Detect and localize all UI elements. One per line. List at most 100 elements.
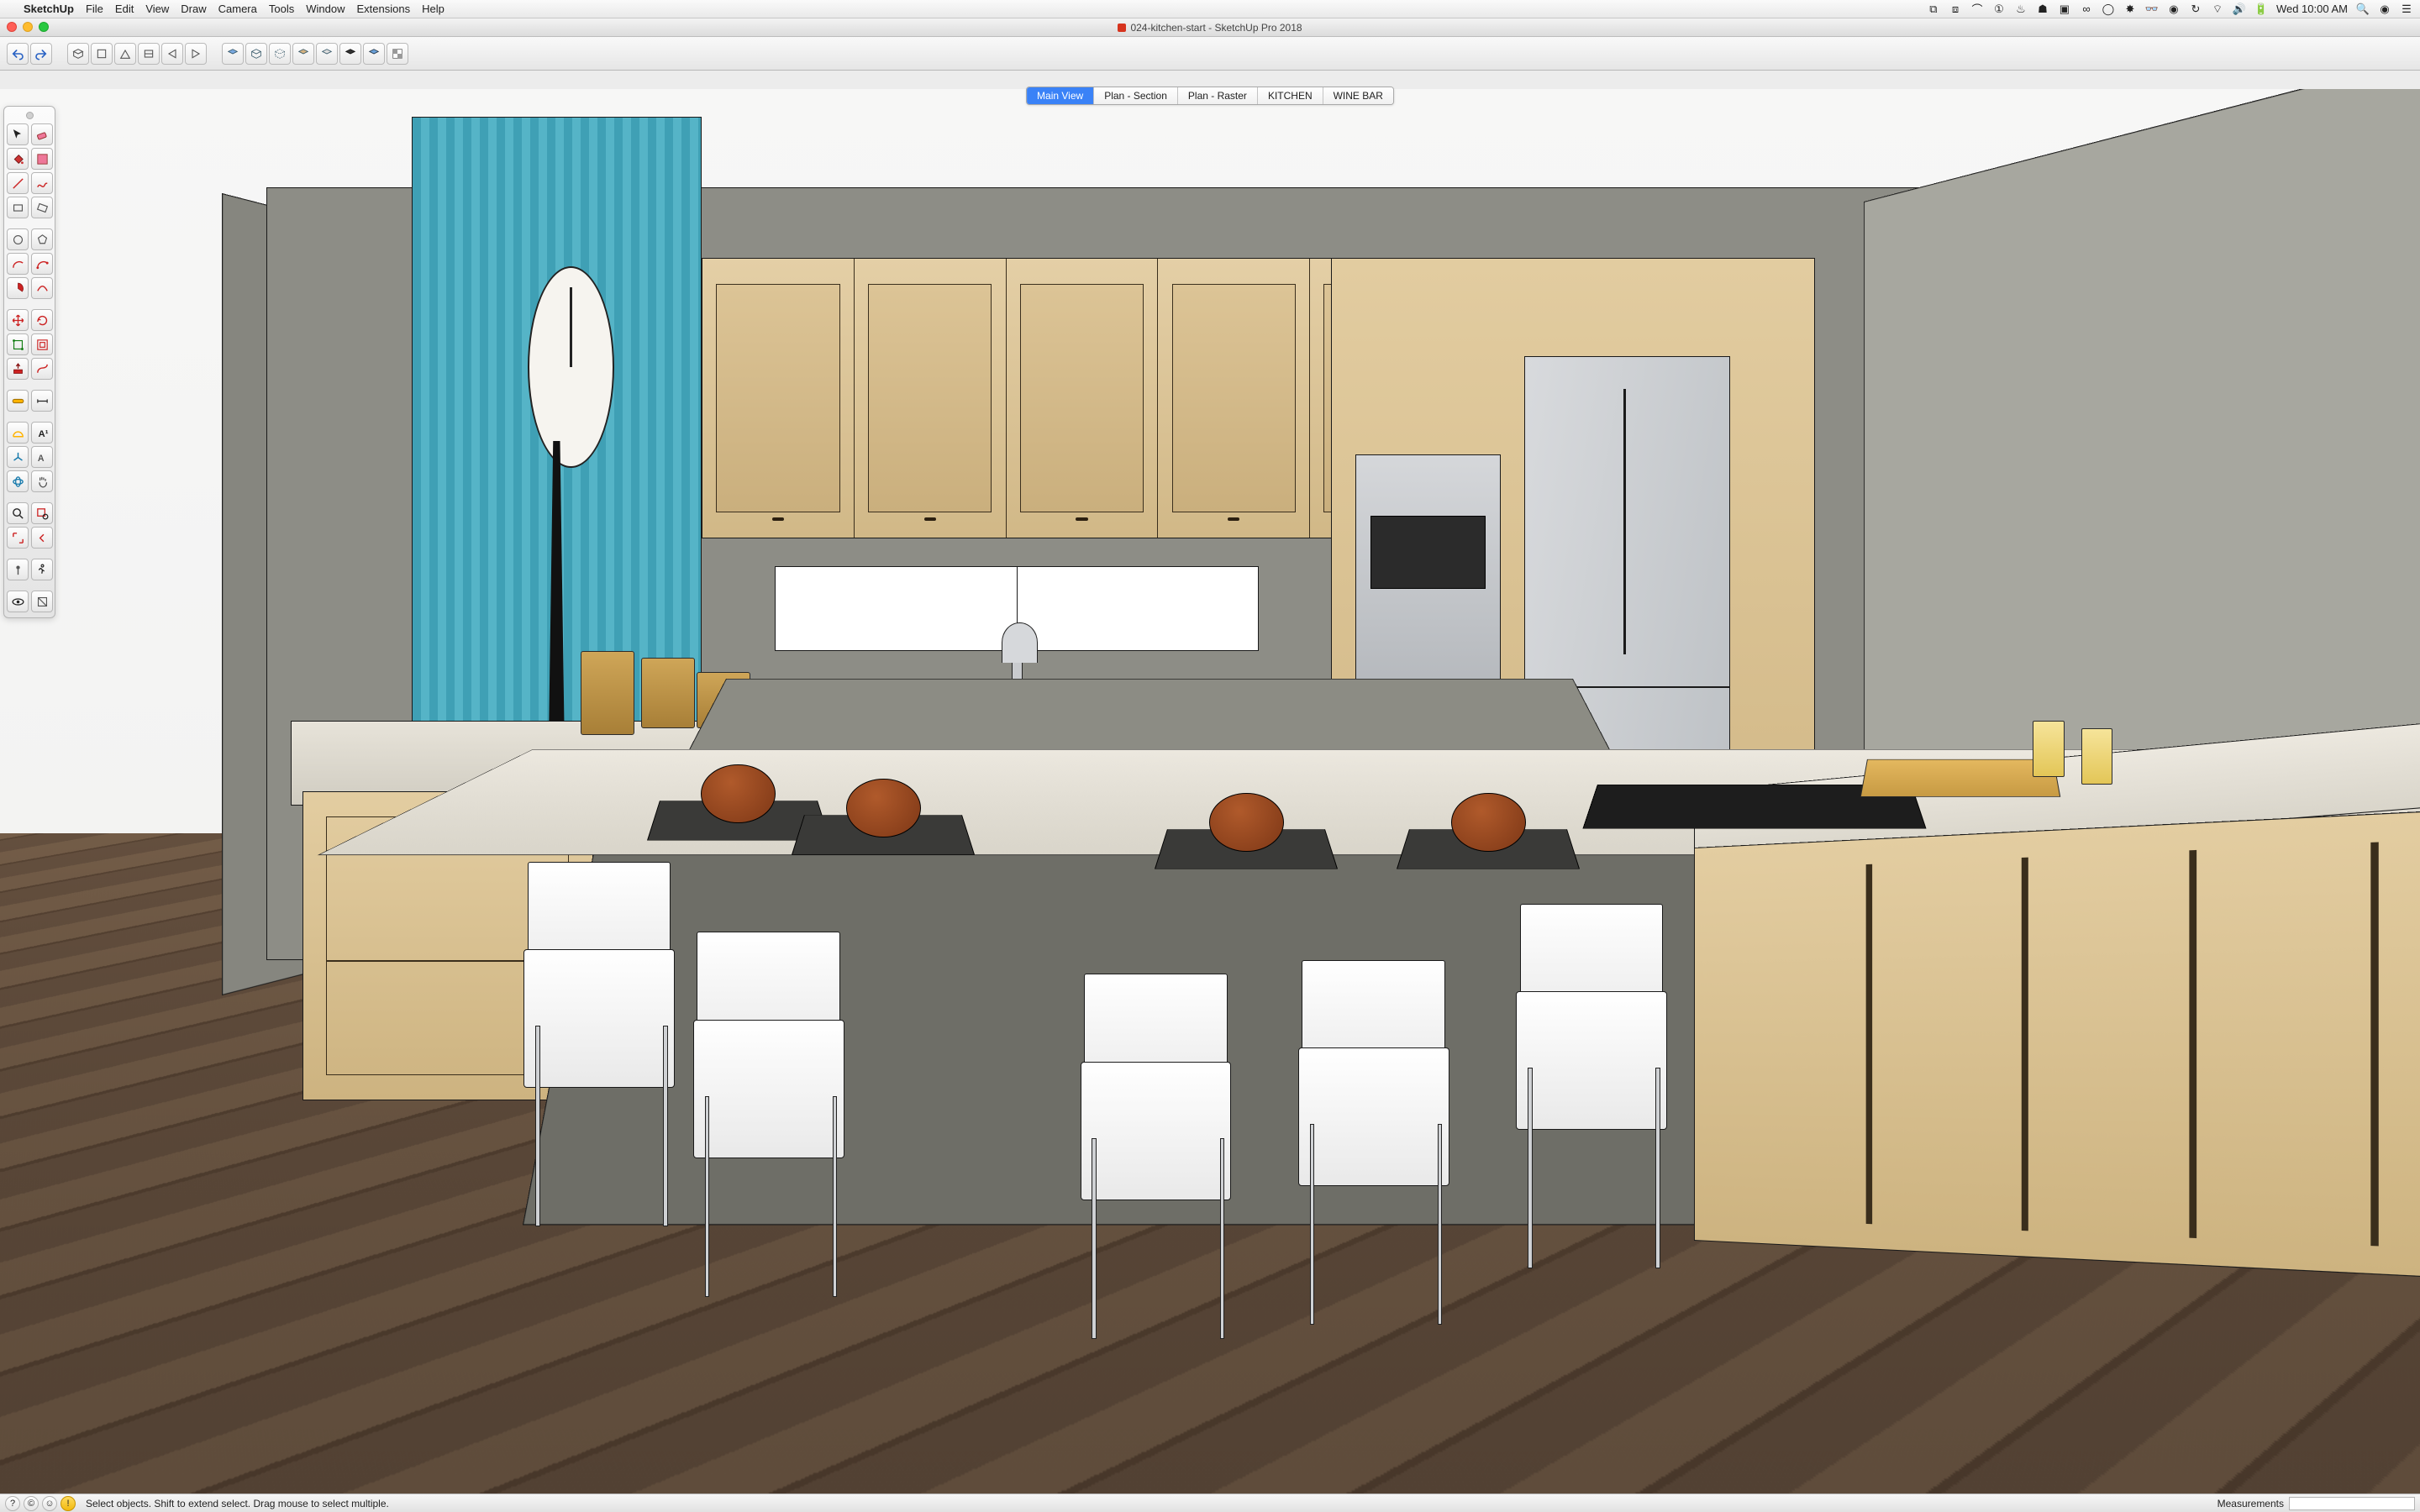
circle-icon[interactable]: ◯: [2102, 3, 2115, 16]
redo-button[interactable]: [30, 43, 52, 65]
tool-section-plane[interactable]: [31, 591, 53, 612]
style-hidden-button[interactable]: [269, 43, 291, 65]
menu-edit[interactable]: Edit: [115, 3, 134, 15]
record-icon[interactable]: ◉: [2167, 3, 2181, 16]
tool-dimension[interactable]: [31, 390, 53, 412]
notification-center-icon[interactable]: ☰: [2400, 3, 2413, 16]
app-menu[interactable]: SketchUp: [24, 3, 74, 15]
warning-button[interactable]: !: [60, 1496, 76, 1511]
tool-push-pull[interactable]: [7, 358, 29, 380]
credits-button[interactable]: ©: [24, 1496, 39, 1511]
tool-zoom[interactable]: [7, 502, 29, 524]
volume-icon[interactable]: 🔊: [2233, 3, 2246, 16]
view-top-button[interactable]: [91, 43, 113, 65]
wifi-icon[interactable]: ⌔: [2211, 3, 2224, 16]
window-minimize-button[interactable]: [23, 22, 33, 32]
tool-pie[interactable]: [7, 277, 29, 299]
menu-window[interactable]: Window: [306, 3, 345, 15]
tool-rectangle[interactable]: [7, 197, 29, 218]
style-wire-button[interactable]: [245, 43, 267, 65]
tool-text[interactable]: A¹: [31, 422, 53, 444]
battery-icon[interactable]: 🔋: [2254, 3, 2268, 16]
timemachine-icon[interactable]: ↻: [2189, 3, 2202, 16]
tool-rotate[interactable]: [31, 309, 53, 331]
cloud-icon[interactable]: ⌒: [1970, 3, 1984, 16]
tool-materials[interactable]: [31, 148, 53, 170]
tool-eraser[interactable]: [31, 123, 53, 145]
style-texture-button[interactable]: [292, 43, 314, 65]
view-left-button[interactable]: [161, 43, 183, 65]
square-icon[interactable]: ▣: [2058, 3, 2071, 16]
infinity-icon[interactable]: ∞: [2080, 3, 2093, 16]
view-iso-button[interactable]: [67, 43, 89, 65]
tool-arc[interactable]: [7, 253, 29, 275]
menu-help[interactable]: Help: [422, 3, 445, 15]
view-front-button[interactable]: [114, 43, 136, 65]
tool-polygon[interactable]: [31, 228, 53, 250]
tool-zoom-window[interactable]: [31, 502, 53, 524]
spotlight-icon[interactable]: 🔍: [2356, 3, 2370, 16]
menu-file[interactable]: File: [86, 3, 103, 15]
tool-circle[interactable]: [7, 228, 29, 250]
menu-extensions[interactable]: Extensions: [356, 3, 410, 15]
evernote-icon[interactable]: ✸: [2123, 3, 2137, 16]
menu-view[interactable]: View: [145, 3, 169, 15]
scene-tab-main-view[interactable]: Main View: [1027, 87, 1094, 104]
style-mono-button[interactable]: [316, 43, 338, 65]
view-back-button[interactable]: [138, 43, 160, 65]
tool-orbit[interactable]: [7, 470, 29, 492]
tool-two-point-arc[interactable]: [31, 253, 53, 275]
tool-rotated-rectangle[interactable]: [31, 197, 53, 218]
style-back-edges-button[interactable]: [363, 43, 385, 65]
scene-tab-plan-section[interactable]: Plan - Section: [1094, 87, 1178, 104]
scene-tab-kitchen[interactable]: KITCHEN: [1258, 87, 1323, 104]
view-right-button[interactable]: [185, 43, 207, 65]
tool-previous-view[interactable]: [31, 527, 53, 549]
menubar-clock[interactable]: Wed 10:00 AM: [2276, 3, 2348, 15]
window-maximize-button[interactable]: [39, 22, 49, 32]
tool-freehand[interactable]: [31, 172, 53, 194]
hat-icon[interactable]: ☗: [2036, 3, 2049, 16]
flame-icon[interactable]: ♨: [2014, 3, 2028, 16]
menu-camera[interactable]: Camera: [218, 3, 257, 15]
measurements-input[interactable]: [2289, 1497, 2415, 1510]
style-transparency-button[interactable]: [387, 43, 408, 65]
tool-line[interactable]: [7, 172, 29, 194]
tool-offset[interactable]: [31, 333, 53, 355]
sketchup-doc-icon: [1118, 24, 1126, 32]
tool-tape-measure[interactable]: [7, 390, 29, 412]
siri-icon[interactable]: ◉: [2378, 3, 2391, 16]
top-toolbar: [0, 37, 2420, 71]
tool-3-point-arc[interactable]: [31, 277, 53, 299]
profile-button[interactable]: ☺: [42, 1496, 57, 1511]
style-xray-button[interactable]: [339, 43, 361, 65]
palette-grip-icon[interactable]: [26, 112, 34, 119]
tool-zoom-extents[interactable]: [7, 527, 29, 549]
style-shaded-button[interactable]: [222, 43, 244, 65]
tool-pan[interactable]: [31, 470, 53, 492]
model-viewport[interactable]: [0, 89, 2420, 1494]
menu-draw[interactable]: Draw: [181, 3, 206, 15]
tool-walk[interactable]: [31, 559, 53, 580]
scene-tab-wine-bar[interactable]: WINE BAR: [1323, 87, 1393, 104]
geolocation-button[interactable]: ?: [5, 1496, 20, 1511]
dropbox-icon[interactable]: ⧈: [1949, 3, 1962, 16]
tool-scale[interactable]: [7, 333, 29, 355]
undo-button[interactable]: [7, 43, 29, 65]
tool-move[interactable]: [7, 309, 29, 331]
tool-follow-me[interactable]: [31, 358, 53, 380]
tool-3d-text[interactable]: A: [31, 446, 53, 468]
glasses-icon[interactable]: 👓: [2145, 3, 2159, 16]
tool-look-around[interactable]: [7, 591, 29, 612]
scene-tab-plan-raster[interactable]: Plan - Raster: [1178, 87, 1258, 104]
screencap-icon[interactable]: ⧉: [1927, 3, 1940, 16]
tool-protractor[interactable]: [7, 422, 29, 444]
tool-paint-bucket[interactable]: [7, 148, 29, 170]
one-icon[interactable]: ①: [1992, 3, 2006, 16]
tool-palette[interactable]: A¹A: [3, 106, 55, 618]
menu-tools[interactable]: Tools: [269, 3, 294, 15]
tool-position-camera[interactable]: [7, 559, 29, 580]
tool-select[interactable]: [7, 123, 29, 145]
window-close-button[interactable]: [7, 22, 17, 32]
tool-axes[interactable]: [7, 446, 29, 468]
